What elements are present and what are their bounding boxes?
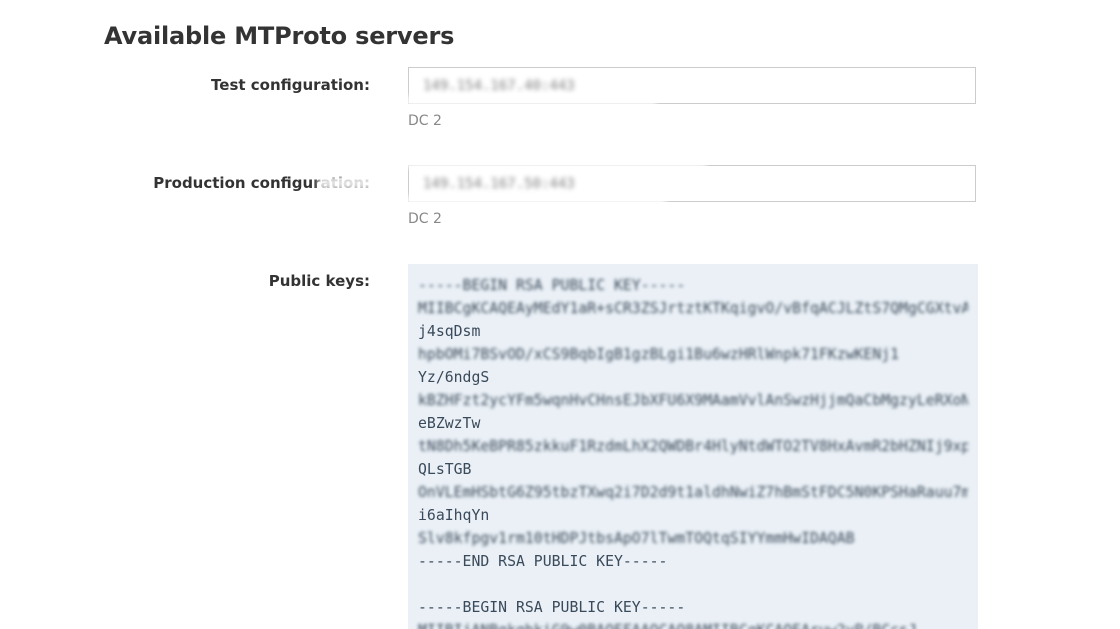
production-configuration-dc: DC 2 [408, 211, 442, 227]
section-title: Available MTProto servers [104, 22, 455, 50]
public-key-line: i6aIhqYn [418, 507, 490, 524]
test-configuration-dc: DC 2 [408, 113, 442, 129]
public-key-line: j4sqDsm [418, 323, 481, 340]
public-key-line: kBZHFzt2ycYFm5wqnHvCHnsEJbXFU6X9MAamVvlA… [418, 392, 968, 409]
public-key-line: -----END RSA PUBLIC KEY----- [418, 553, 668, 570]
production-configuration-address: 149.154.167.50:443 [423, 176, 575, 192]
public-key-line: MIIBCgKCAQEAyMEdY1aR+sCR3ZSJrtztKTKqigvO… [418, 300, 968, 317]
public-key-line: tN8Dh5KeBPR85zkkuF1RzdmLhX2QWDBr4HlyNtdW… [418, 438, 968, 455]
redaction-mark [406, 96, 656, 106]
key-blank-line [418, 573, 968, 596]
test-configuration-label: Test configuration: [211, 76, 370, 94]
public-key-line: QLsTGB [418, 461, 472, 478]
test-configuration-address: 149.154.167.40:443 [423, 78, 575, 94]
public-keys-label: Public keys: [268, 272, 370, 290]
public-key-line: eBZwzTw [418, 415, 481, 432]
public-key-line: -----BEGIN RSA PUBLIC KEY----- [418, 277, 686, 294]
mtproto-servers-section: Available MTProto servers Test configura… [0, 0, 1120, 629]
public-key-line: OnVLEmHSbtG6Z95tbzTXwq2i7D2d9t1aldhNwiZ7… [418, 484, 968, 501]
public-key-line: MIIBIjANBgkqhkiG9w0BAQEFAAOCAQ8AMIIBCgKC… [418, 619, 968, 629]
public-key-line: -----BEGIN RSA PUBLIC KEY----- [418, 599, 686, 616]
redaction-mark [318, 176, 378, 190]
public-key-line: Slv8kfpgv1rm10tHDPJtbsApO7lTwmTOQtqSIYYm… [418, 530, 855, 547]
redaction-mark [406, 196, 666, 206]
public-key-line: Yz/6ndgS [418, 369, 490, 386]
redaction-mark [406, 158, 706, 168]
public-key-line: hpbOMi7BSvOD/xCS9BqbIgB1gzBLgi1Bu6wzHRlW… [418, 346, 900, 363]
public-keys-block[interactable]: -----BEGIN RSA PUBLIC KEY----- MIIBCgKCAQ… [408, 264, 978, 629]
